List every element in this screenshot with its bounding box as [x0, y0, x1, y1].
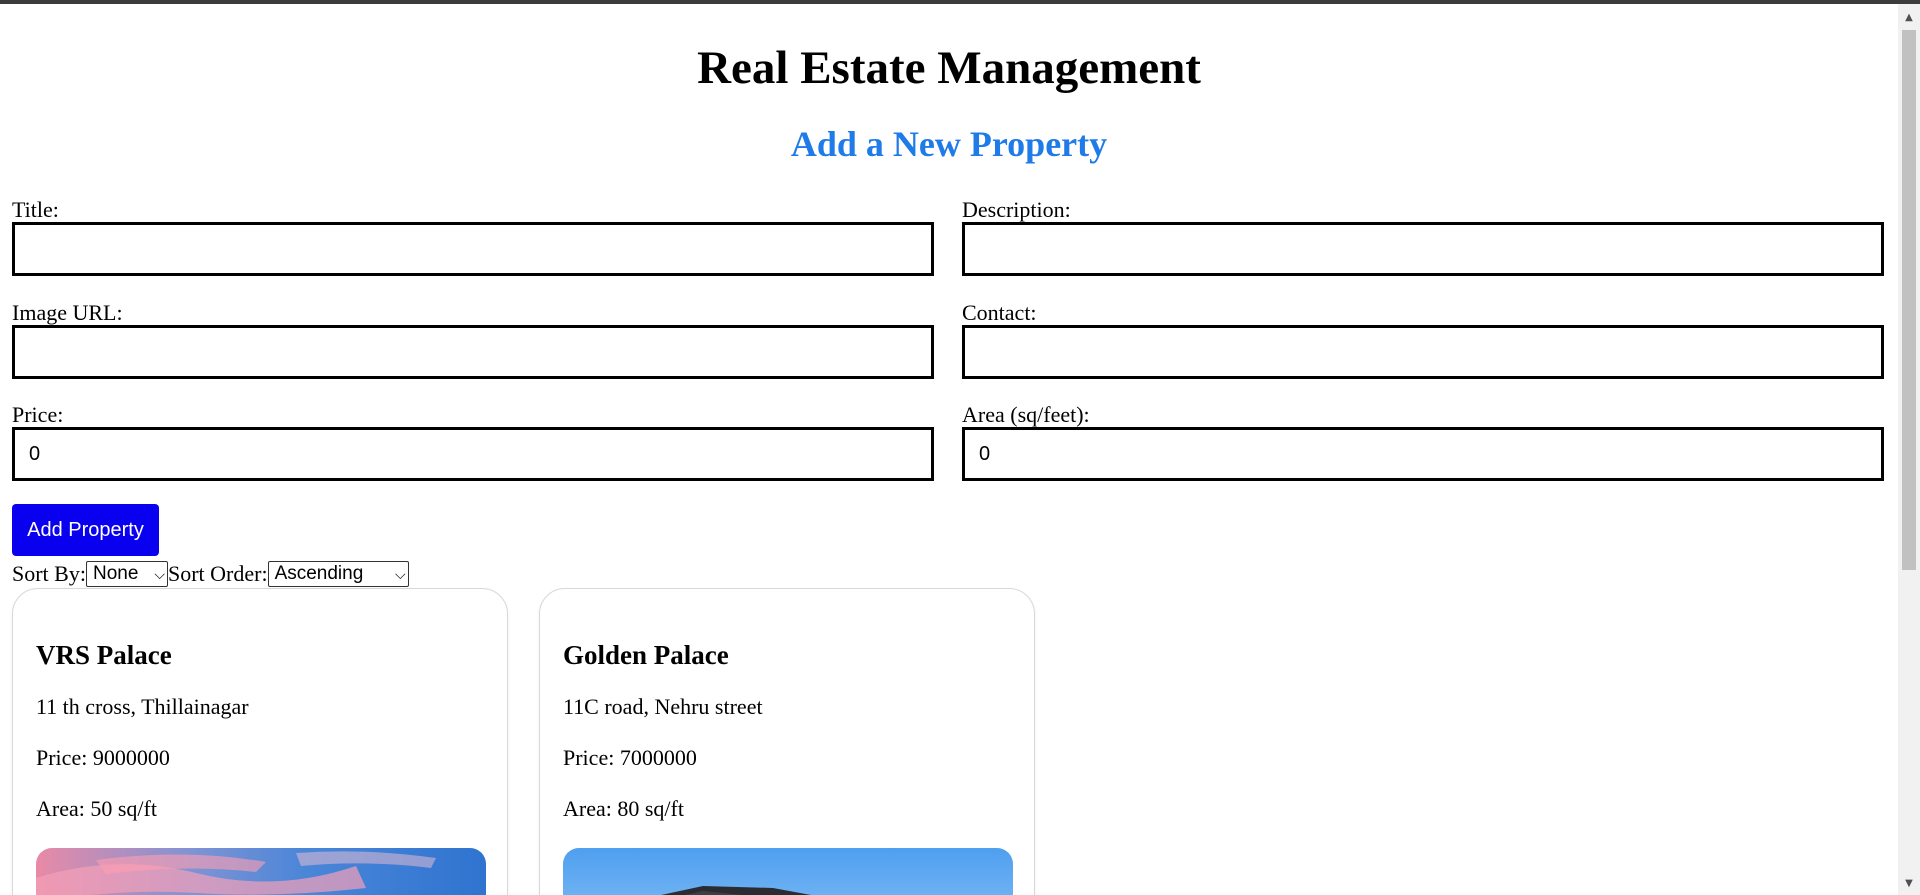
description-label: Description:	[962, 197, 1071, 222]
title-field: Title:	[12, 198, 934, 276]
price-input[interactable]: 0	[12, 427, 934, 481]
sort-by-value: None	[92, 563, 139, 584]
contact-label: Contact:	[962, 300, 1037, 325]
property-title: VRS Palace	[36, 640, 172, 670]
sunset-sky-photo	[36, 848, 486, 895]
title-label: Title:	[12, 197, 59, 222]
sort-order-value: Ascending	[274, 563, 364, 584]
price-field: Price: 0	[12, 403, 934, 481]
image-url-input[interactable]	[12, 325, 934, 379]
contact-field: Contact:	[962, 301, 1884, 379]
scroll-down-arrow-icon[interactable]: ▼	[1903, 878, 1915, 890]
area-input[interactable]: 0	[962, 427, 1884, 481]
property-card: Golden Palace 11C road, Nehru street Pri…	[539, 588, 1035, 895]
vertical-scrollbar[interactable]: ▲ ▼	[1898, 4, 1920, 895]
description-field: Description:	[962, 198, 1884, 276]
area-field: Area (sq/feet): 0	[962, 403, 1884, 481]
price-label: Price:	[12, 402, 64, 427]
property-price: Price: 9000000	[36, 745, 170, 770]
property-area: Area: 80 sq/ft	[563, 796, 684, 821]
sort-by-label: Sort By:	[12, 561, 86, 586]
property-image	[36, 848, 486, 895]
page-title: Real Estate Management	[697, 42, 1201, 94]
sort-order-label: Sort Order:	[167, 561, 268, 586]
form-heading: Add a New Property	[790, 124, 1108, 164]
house-blue-sky-photo	[563, 848, 1013, 895]
chevron-down-icon: ⌵	[394, 566, 406, 582]
scrollbar-thumb[interactable]	[1902, 30, 1916, 570]
add-property-button[interactable]: Add Property	[12, 504, 159, 556]
property-price: Price: 7000000	[563, 745, 697, 770]
title-input[interactable]	[12, 222, 934, 276]
property-description: 11 th cross, Thillainagar	[36, 694, 249, 719]
sort-by-select[interactable]: None ⌵	[85, 561, 168, 587]
image-url-label: Image URL:	[12, 300, 123, 325]
property-description: 11C road, Nehru street	[563, 694, 763, 719]
property-card: VRS Palace 11 th cross, Thillainagar Pri…	[12, 588, 508, 895]
area-label: Area (sq/feet):	[962, 402, 1090, 427]
property-area: Area: 50 sq/ft	[36, 796, 157, 821]
property-title: Golden Palace	[563, 640, 729, 670]
description-input[interactable]	[962, 222, 1884, 276]
contact-input[interactable]	[962, 325, 1884, 379]
image-url-field: Image URL:	[12, 301, 934, 379]
chevron-down-icon: ⌵	[154, 566, 165, 582]
sort-order-select[interactable]: Ascending ⌵	[267, 561, 409, 587]
sort-controls: Sort By: None ⌵ Sort Order: Ascending ⌵	[12, 560, 409, 588]
page-content: Real Estate Management Add a New Propert…	[0, 4, 1898, 895]
scroll-up-arrow-icon[interactable]: ▲	[1903, 12, 1915, 24]
property-image	[563, 848, 1013, 895]
